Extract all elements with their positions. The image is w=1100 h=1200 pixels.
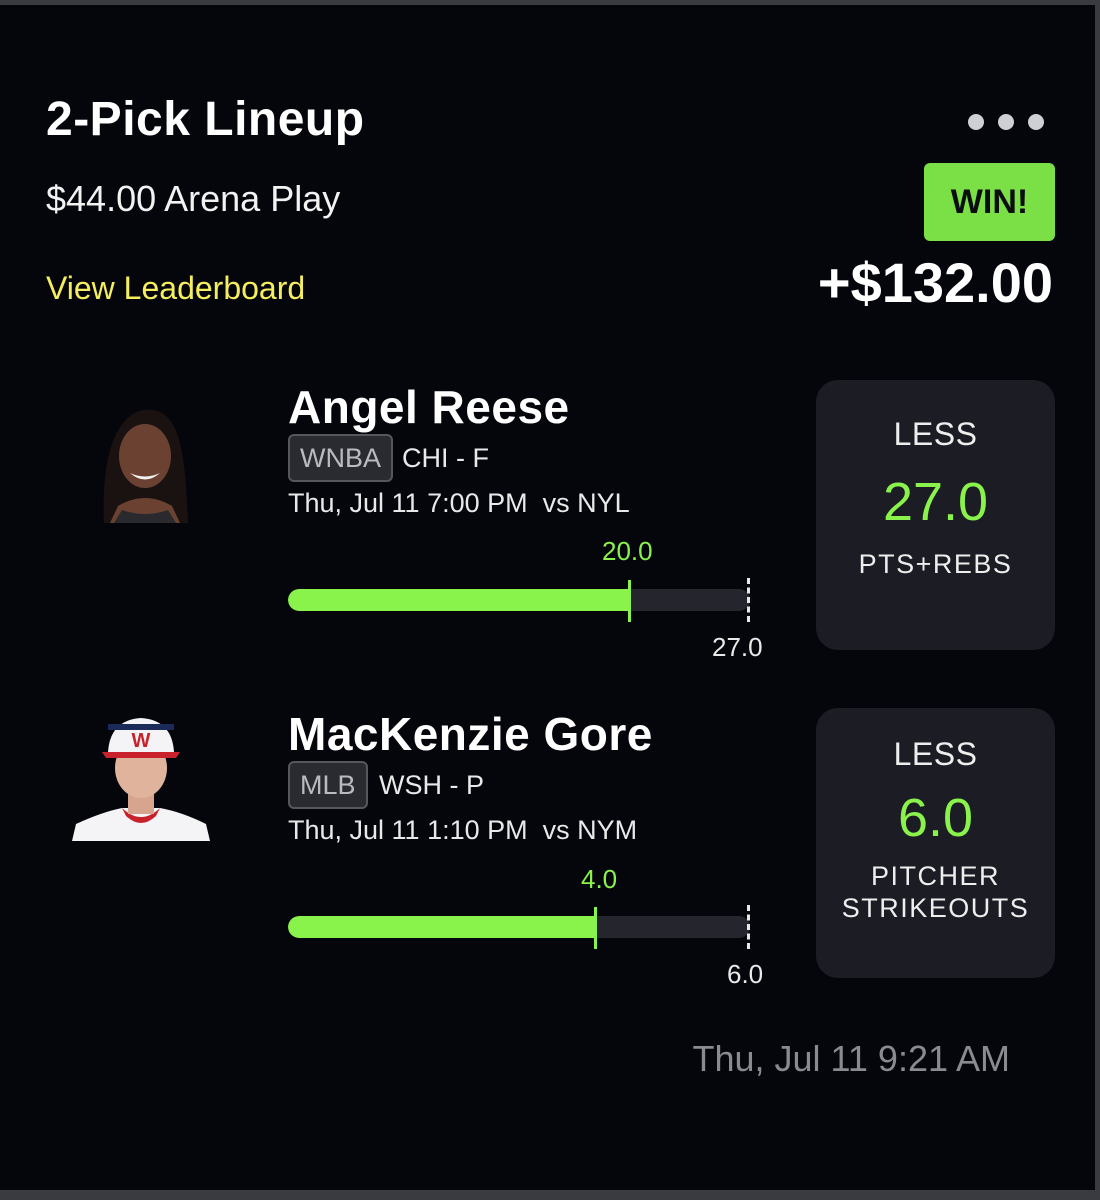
team-position: WSH - P — [379, 770, 484, 800]
line-marker — [747, 578, 750, 622]
stat-type-line: STRIKEOUTS — [841, 892, 1030, 923]
direction-label: LESS — [893, 736, 978, 772]
current-value-label: 4.0 — [581, 864, 618, 894]
game-datetime: Thu, Jul 11 1:10 PM — [288, 815, 528, 845]
player-name: MacKenzie Gore — [288, 708, 653, 760]
game-time: Thu, Jul 11 1:10 PM vs NYM — [288, 815, 637, 846]
direction-label: LESS — [893, 416, 978, 452]
stat-type-line: PITCHER — [870, 861, 1000, 891]
more-horizontal-icon[interactable] — [968, 114, 1058, 138]
lineup-title: 2-Pick Lineup — [46, 93, 365, 146]
projection-value: 6.0 — [897, 788, 974, 848]
current-value-label: 20.0 — [602, 536, 653, 566]
stat-type: PTS+REBS — [858, 549, 1013, 579]
win-badge: WIN! — [924, 163, 1055, 241]
player-avatar: W — [72, 716, 210, 841]
league-badge: MLB — [288, 761, 368, 809]
league-badge: WNBA — [288, 434, 393, 482]
view-leaderboard-link[interactable]: View Leaderboard — [46, 270, 305, 307]
projection-card[interactable]: LESS 27.0 PTS+REBS — [816, 380, 1055, 650]
line-value-label: 27.0 — [712, 632, 763, 662]
stat-type: PITCHER STRIKEOUTS — [842, 861, 1030, 925]
opponent: vs NYM — [542, 815, 638, 845]
line-marker — [747, 905, 750, 949]
progress-fill — [288, 916, 596, 938]
more-dot — [1028, 114, 1044, 130]
projection-card[interactable]: LESS 6.0 PITCHER STRIKEOUTS — [816, 708, 1055, 978]
team-position: CHI - F — [402, 443, 489, 473]
player-name: Angel Reese — [288, 381, 570, 433]
progress-fill — [288, 589, 630, 611]
projection-value: 27.0 — [882, 472, 989, 532]
game-datetime: Thu, Jul 11 7:00 PM — [288, 488, 528, 518]
more-dot — [968, 114, 984, 130]
line-value-label: 6.0 — [727, 959, 764, 989]
svg-text:W: W — [132, 730, 151, 752]
lineup-subtitle: $44.00 Arena Play — [46, 178, 341, 219]
progress-marker — [594, 907, 597, 949]
player-avatar — [74, 398, 214, 523]
more-dot — [998, 114, 1014, 130]
progress-track — [288, 589, 750, 611]
lineup-timestamp: Thu, Jul 11 9:21 AM — [692, 1038, 1010, 1079]
progress-marker — [628, 580, 631, 622]
game-time: Thu, Jul 11 7:00 PM vs NYL — [288, 488, 630, 519]
progress-track — [288, 916, 750, 938]
opponent: vs NYL — [542, 488, 630, 518]
payout-amount: +$132.00 — [817, 251, 1053, 314]
